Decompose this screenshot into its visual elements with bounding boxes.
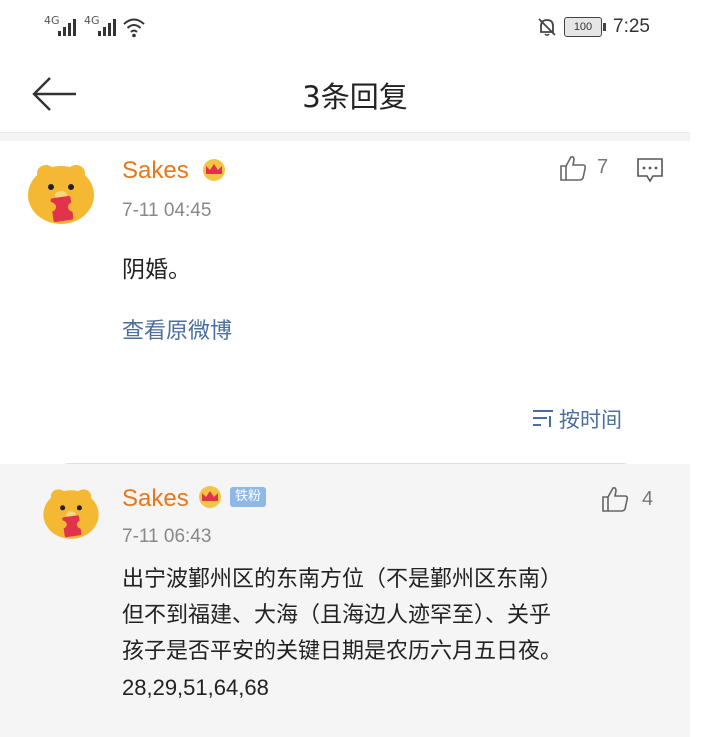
sort-icon[interactable] xyxy=(531,407,555,429)
avatar[interactable] xyxy=(40,481,102,543)
like-count: 7 xyxy=(597,156,609,178)
page-title: 3条回复 xyxy=(302,80,408,114)
crown-icon xyxy=(199,486,221,508)
reply-text-line: 出宁波鄞州区的东南方位（不是鄞州区东南） xyxy=(122,567,563,592)
reply-date: 7-11 06:43 xyxy=(122,526,212,547)
reply-text-line: 28,29,51,64,68 xyxy=(122,675,269,700)
reply-text-line: 孩子是否平安的关键日期是农历六月五日夜。 xyxy=(122,639,563,664)
reply-icon[interactable] xyxy=(636,157,664,183)
view-original-link[interactable]: 查看原微博 xyxy=(122,313,232,345)
like-icon[interactable] xyxy=(600,484,630,514)
sort-by-time-button[interactable]: 按时间 xyxy=(559,404,622,434)
status-bar: 4G 4G 100 7:25 xyxy=(0,0,710,56)
reply-text-line: 但不到福建、大海（且海边人迹罕至）、关乎 xyxy=(122,603,552,628)
signal-bars-2-icon xyxy=(98,18,118,36)
comment-author[interactable]: Sakes xyxy=(122,157,189,185)
comment-text: 阴婚。 xyxy=(122,257,191,283)
comment-date: 7-11 04:45 xyxy=(122,200,212,221)
mute-bell-icon xyxy=(538,18,556,37)
reply-text: 出宁波鄞州区的东南方位（不是鄞州区东南） 但不到福建、大海（且海边人迹罕至）、关… xyxy=(122,562,562,706)
avatar[interactable] xyxy=(24,155,98,229)
separator-band xyxy=(0,133,710,141)
like-count: 4 xyxy=(642,488,654,510)
fan-badge: 铁粉 xyxy=(230,487,267,507)
signal-bars-1-icon xyxy=(58,18,78,36)
edge-margin xyxy=(690,0,710,737)
reply-item: Sakes 铁粉 7-11 06:43 4 出宁波鄞州区的东南方位（不是鄞州区东… xyxy=(0,464,690,737)
battery-indicator: 100 xyxy=(564,17,606,37)
like-icon[interactable] xyxy=(558,153,588,183)
reply-author[interactable]: Sakes xyxy=(122,485,189,513)
top-nav-bar: 3条回复 xyxy=(0,56,710,133)
screen: 4G 4G 100 7:25 3条回复 Sakes 7-11 04:45 7 阴… xyxy=(0,0,710,737)
crown-icon xyxy=(203,159,225,181)
wifi-icon xyxy=(123,18,145,38)
main-comment: Sakes 7-11 04:45 7 阴婚。 查看原微博 按时间 xyxy=(0,141,690,463)
clock: 7:25 xyxy=(613,16,650,37)
